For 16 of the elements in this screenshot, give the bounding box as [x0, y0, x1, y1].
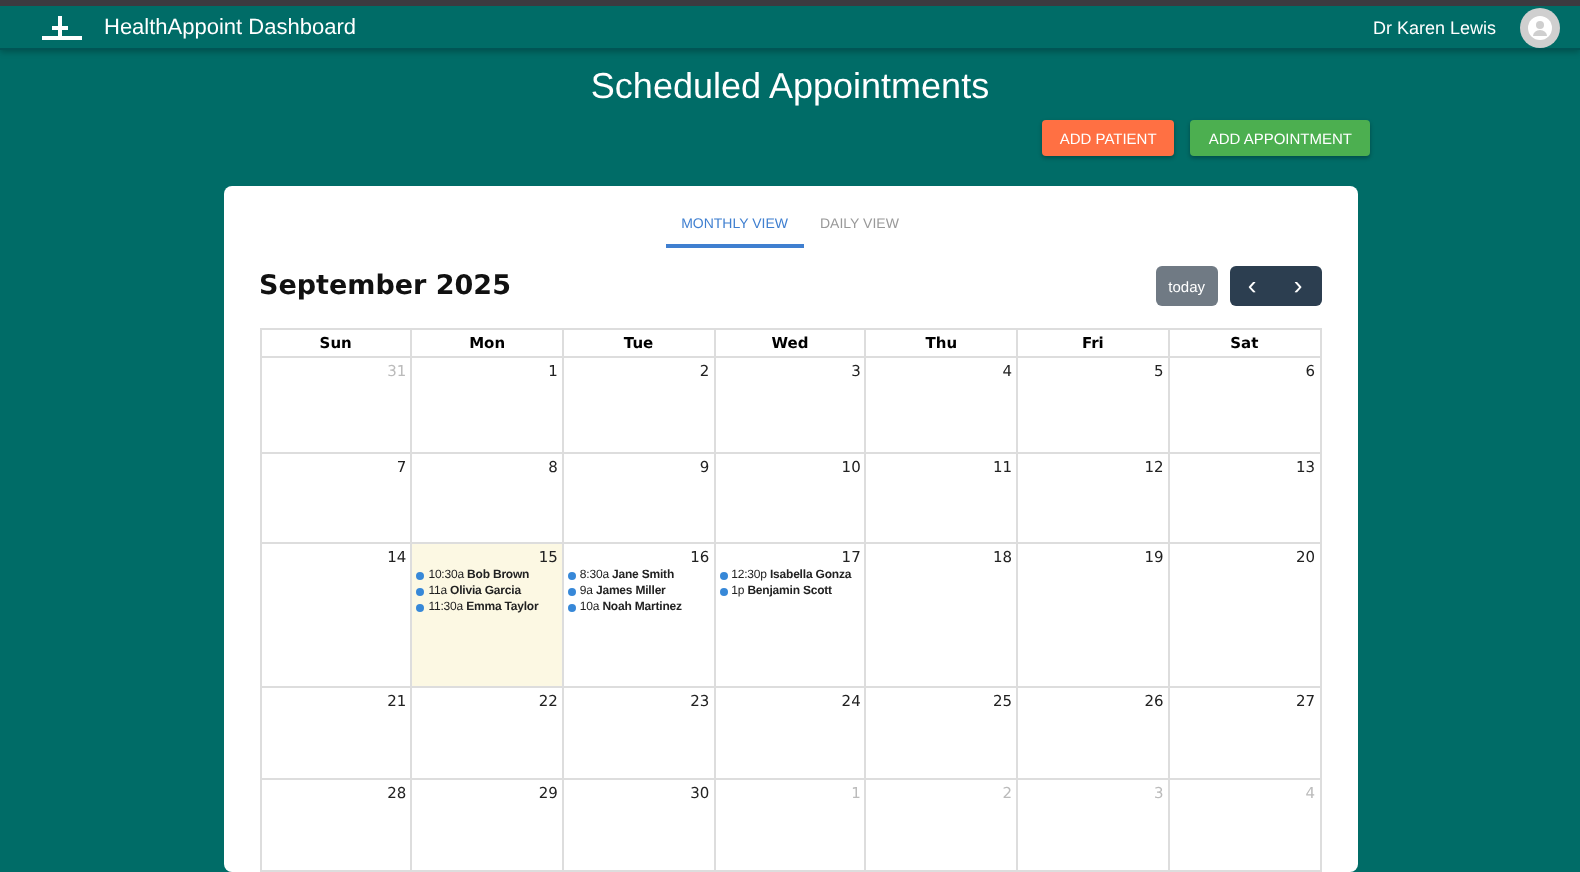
month-title: September 2025	[259, 270, 511, 302]
medical-cross-icon	[40, 13, 84, 41]
event-dot-icon	[567, 604, 576, 612]
event-dot-icon	[567, 572, 576, 580]
event-dot-icon	[416, 572, 425, 580]
app-title: HealthAppoint Dashboard	[104, 15, 356, 39]
next-button[interactable]: ›	[1275, 266, 1321, 306]
event-dot-icon	[416, 604, 425, 612]
event-dot-icon	[719, 572, 728, 580]
user-name: Dr Karen Lewis	[1372, 17, 1496, 37]
previous-button[interactable]: ‹	[1229, 266, 1275, 306]
avatar-icon[interactable]	[1520, 7, 1560, 47]
page-title: Scheduled Appointments	[590, 66, 990, 108]
event-dot-icon	[416, 588, 425, 596]
event-dot-icon	[567, 588, 576, 596]
event-dot-icon	[719, 588, 728, 596]
